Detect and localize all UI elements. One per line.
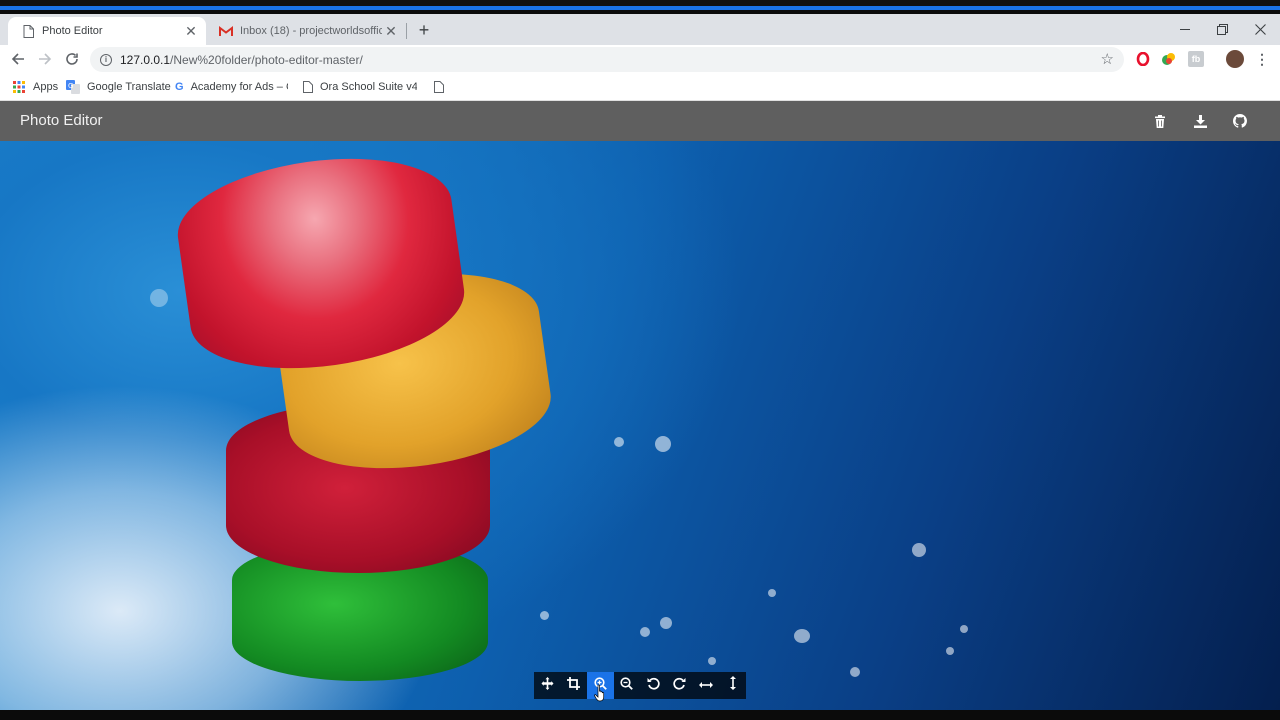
browser-tab-strip: Photo Editor ✕ Inbox (18) - projectworld… [0,14,1280,45]
download-icon[interactable] [1190,111,1210,131]
bookmark-ora-school-suite[interactable]: Ora School Suite v4.0 [303,79,417,95]
site-info-icon[interactable]: i [100,53,112,66]
forward-button[interactable] [35,49,55,69]
window-bottom-strip [0,710,1280,720]
bookmark-label: Academy for Ads – G [190,81,288,93]
flip-horizontal-icon [699,677,714,695]
restore-button[interactable] [1203,14,1241,45]
app-header: Photo Editor [0,101,1280,141]
page-icon [20,23,36,39]
sparkle [708,657,716,665]
opera-extension-icon[interactable] [1135,51,1151,67]
sparkle [912,543,926,557]
sparkle [150,289,168,307]
close-tab-icon[interactable]: ✕ [182,22,200,40]
github-icon[interactable] [1230,111,1250,131]
close-tab-icon[interactable]: ✕ [382,22,400,40]
tab-title: Inbox (18) - projectworldsofficial [240,25,382,37]
bookmark-google-translate[interactable]: G Google Translate [66,79,171,95]
mouse-pointer-icon [594,684,606,702]
url-path: /New%20folder/photo-editor-master/ [170,52,363,67]
bookmark-label: Ora School Suite v4.0 [320,81,417,93]
sparkle [640,627,650,637]
flip-horizontal-button[interactable] [693,672,720,699]
url-text: 127.0.0.1/New%20folder/photo-editor-mast… [120,53,363,67]
tab-title: Photo Editor [42,25,103,37]
app-title: Photo Editor [20,112,103,129]
sparkle [768,589,776,597]
bookmark-apps[interactable]: Apps [12,79,58,95]
sparkle [660,617,672,629]
new-tab-button[interactable]: + [414,20,434,40]
sparkle [614,437,624,447]
rotate-right-button[interactable] [667,672,694,699]
bookmark-star-icon[interactable]: ☆ [1101,50,1114,68]
rotate-left-icon [647,677,660,695]
tab-photo-editor[interactable]: Photo Editor ✕ [8,17,206,45]
crop-button[interactable] [561,672,588,699]
extension-fb-icon[interactable]: fb [1188,51,1204,67]
apps-grid-icon [12,80,26,94]
window-top-strip [0,0,1280,10]
page-icon [432,80,446,94]
flip-vertical-button[interactable] [720,672,747,699]
translate-icon: G [66,80,80,94]
google-icon: G [175,81,184,93]
tab-separator [406,23,407,39]
zoom-out-button[interactable] [614,672,641,699]
bookmark-untitled[interactable] [432,79,453,95]
address-bar[interactable]: i 127.0.0.1/New%20folder/photo-editor-ma… [90,47,1124,72]
crop-icon [567,676,581,695]
rotate-right-icon [673,677,686,695]
zoom-out-icon [620,676,634,695]
rotate-left-button[interactable] [640,672,667,699]
browser-toolbar: i 127.0.0.1/New%20folder/photo-editor-ma… [0,45,1280,73]
menu-kebab-icon[interactable]: ⋮ [1254,51,1270,67]
gmail-icon [218,23,234,39]
close-window-button[interactable] [1241,14,1279,45]
reload-button[interactable] [62,49,82,69]
trash-icon[interactable] [1150,111,1170,131]
image-canvas[interactable] [0,141,1280,710]
bookmark-academy-for-ads[interactable]: G Academy for Ads – G [175,79,288,95]
sparkle [794,629,810,643]
screen: Photo Editor ✕ Inbox (18) - projectworld… [0,0,1280,720]
bookmark-label: Google Translate [87,81,171,93]
move-icon [541,676,554,695]
avatar[interactable] [1226,50,1244,68]
sparkle [960,625,968,633]
edit-toolbar [534,672,746,699]
page-icon [303,80,313,94]
sparkle [540,611,549,620]
sparkle [946,647,954,655]
bookmark-label: Apps [33,81,59,93]
sparkle [850,667,860,677]
bookmarks-bar: Apps G Google Translate G Academy for Ad… [0,73,1280,101]
flip-vertical-icon [728,676,738,695]
minimize-button[interactable] [1166,14,1204,45]
extension-icon[interactable] [1161,51,1177,67]
url-host: 127.0.0.1 [120,52,171,67]
sparkle [655,436,671,452]
move-button[interactable] [534,672,561,699]
svg-text:G: G [68,82,73,90]
back-button[interactable] [8,49,28,69]
tab-inbox[interactable]: Inbox (18) - projectworldsofficial ✕ [210,17,406,45]
